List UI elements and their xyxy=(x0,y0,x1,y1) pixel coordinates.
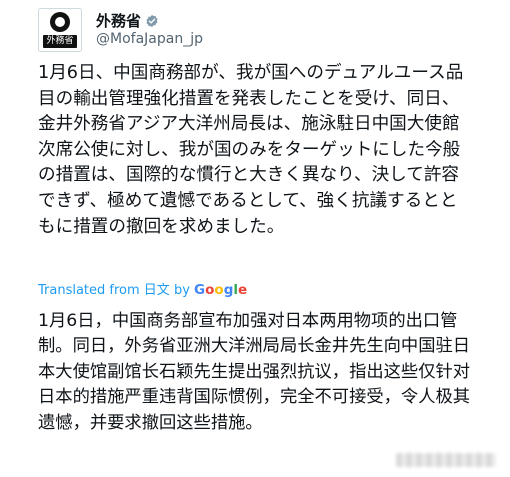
ministry-seal-icon xyxy=(50,12,70,32)
name-row: 外務省 xyxy=(96,10,159,31)
account-handle[interactable]: @MofaJapan_jp xyxy=(96,31,203,47)
translated-by-label: by xyxy=(169,283,195,298)
avatar[interactable]: 外務省 xyxy=(38,8,82,52)
translation-attribution[interactable]: Translated from 日文 by Google xyxy=(38,279,247,298)
source-language: 日文 xyxy=(143,283,170,298)
tweet-text: 1月6日、中国商務部が、我が国へのデュアルユース品目の輸出管理強化措置を発表した… xyxy=(38,63,464,237)
display-name[interactable]: 外務省 xyxy=(96,12,141,30)
blurred-watermark xyxy=(396,453,496,467)
translated-text: 1月6日，中国商务部宣布加强对日本两用物项的出口管制。同日，外务省亚洲大洋洲局局… xyxy=(38,311,471,433)
avatar-label: 外務省 xyxy=(43,35,77,48)
google-logo-icon: Google xyxy=(194,282,248,298)
translated-from-label: Translated from xyxy=(38,283,144,298)
verified-badge-icon[interactable] xyxy=(145,14,159,28)
